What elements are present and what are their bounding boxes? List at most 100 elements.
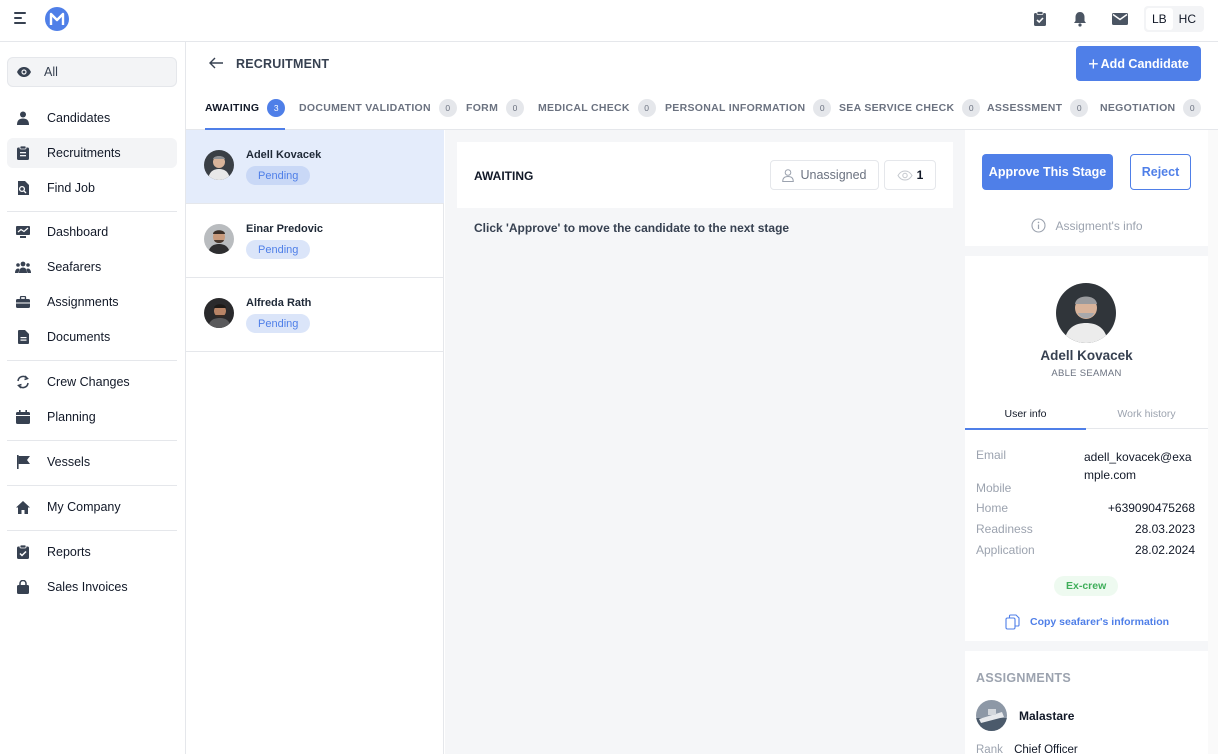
sidebar-item-label: Find Job [47,181,95,195]
user-outline-icon [782,168,795,182]
application-value: 28.02.2024 [1134,543,1195,557]
tab-label: FORM [466,102,499,114]
info-label: Email [976,448,1007,462]
sidebar-item-documents[interactable]: Documents [7,322,177,352]
copy-info-label: Copy seafarer's information [1030,616,1170,628]
tab-sea-service-check[interactable]: SEA SERVICE CHECK 0 [839,86,981,130]
candidate-detail-panel: Approve This Stage Reject Assigment's in… [965,130,1208,756]
flag-icon [15,454,31,470]
tab-personal-information[interactable]: PERSONAL INFORMATION 0 [665,86,832,130]
sidebar: All Candidates Recruitments Find Job Das… [0,42,186,754]
assignment-info-link[interactable]: Assigment's info [965,218,1208,233]
tab-user-info[interactable]: User info [965,398,1086,430]
info-label: Home [976,501,1009,515]
watchers-button[interactable]: 1 [884,160,936,190]
candidate-row[interactable]: Alfreda Rath Pending [186,278,444,352]
avatar [204,150,234,180]
scrollbar[interactable] [1208,130,1218,754]
tab-work-history[interactable]: Work history [1086,398,1207,429]
status-tag: Ex-crew [1054,576,1119,596]
rank-label: Rank [976,744,1003,756]
stage-tabs: AWAITING 3 DOCUMENT VALIDATION 0 FORM 0 … [186,86,1218,130]
search-doc-icon [15,180,31,196]
tab-count: 0 [962,99,981,117]
avatar [204,298,234,328]
calendar-icon [15,409,31,425]
eye-outline-icon [897,169,913,181]
sidebar-item-label: Assignments [47,295,119,309]
menu-icon[interactable] [14,12,28,26]
app-logo[interactable] [44,6,70,32]
sidebar-item-dashboard[interactable]: Dashboard [7,217,177,247]
tab-label: MEDICAL CHECK [538,102,630,114]
plus-icon: + [1088,53,1099,74]
home-icon [15,499,31,515]
candidate-row[interactable]: Adell Kovacek Pending [186,130,444,204]
sidebar-filter[interactable]: All [7,57,177,87]
sidebar-item-find-job[interactable]: Find Job [7,173,177,203]
tab-count: 0 [438,99,457,117]
copy-icon [1005,614,1020,630]
back-arrow-icon[interactable] [208,56,224,70]
add-candidate-label: Add Candidate [1100,56,1189,71]
tab-count: 0 [1183,99,1202,117]
sidebar-item-recruitments[interactable]: Recruitments [7,138,177,168]
sidebar-item-label: My Company [47,500,121,514]
tab-label: ASSESSMENT [987,102,1063,114]
rank-value: Chief Officer [1014,744,1078,756]
tab-label: AWAITING [205,102,260,114]
sidebar-item-vessels[interactable]: Vessels [7,447,177,477]
tab-assessment[interactable]: ASSESSMENT 0 [987,86,1089,130]
sidebar-item-seafarers[interactable]: Seafarers [7,252,177,282]
assignment-rank-row: Rank Chief Officer [976,744,1078,756]
document-icon [15,329,31,345]
clipboard-icon [15,145,31,161]
info-label: Readiness [976,522,1033,536]
candidate-name: Alfreda Rath [246,297,312,309]
tab-document-validation[interactable]: DOCUMENT VALIDATION 0 [299,86,457,130]
tab-awaiting[interactable]: AWAITING 3 [205,86,286,130]
copy-info-link[interactable]: Copy seafarer's information [1005,614,1169,630]
profile-rank: ABLE SEAMAN [1051,368,1122,379]
home-phone-value: +639090475268 [1107,501,1195,515]
email-value: adell_kovacek@example.com [1084,450,1192,482]
lang-option-hc[interactable]: HC [1173,8,1202,30]
add-candidate-button[interactable]: + Add Candidate [1076,46,1201,81]
tab-form[interactable]: FORM 0 [466,86,525,130]
candidate-row[interactable]: Einar Predovic Pending [186,204,444,278]
sidebar-item-planning[interactable]: Planning [7,402,177,432]
assignment-info-label: Assigment's info [1055,218,1143,233]
sidebar-item-assignments[interactable]: Assignments [7,287,177,317]
sidebar-item-my-company[interactable]: My Company [7,492,177,522]
sidebar-item-sales-invoices[interactable]: Sales Invoices [7,572,177,602]
sidebar-item-label: Vessels [47,455,91,469]
tab-negotiation[interactable]: NEGOTIATION 0 [1100,86,1202,130]
top-bar: LB HC [0,0,1218,42]
tab-medical-check[interactable]: MEDICAL CHECK 0 [538,86,656,130]
tab-label: SEA SERVICE CHECK [839,102,955,114]
assignee-button[interactable]: Unassigned [770,160,879,190]
stage-hint: Click 'Approve' to move the candidate to… [474,221,790,235]
sidebar-item-label: Reports [47,545,91,559]
page-header: RECRUITMENT + Add Candidate [186,42,1218,86]
approve-stage-button[interactable]: Approve This Stage [982,154,1113,190]
briefcase-icon [15,294,31,310]
language-switcher: LB HC [1143,6,1204,32]
lang-option-lb[interactable]: LB [1145,8,1173,30]
mail-icon[interactable] [1102,6,1138,32]
sidebar-item-crew-changes[interactable]: Crew Changes [7,367,177,397]
sidebar-item-label: Candidates [47,111,111,125]
tasks-icon[interactable] [1022,6,1058,32]
tab-count: 0 [506,99,525,117]
stage-title: AWAITING [474,169,534,183]
reject-button[interactable]: Reject [1130,154,1191,190]
sidebar-item-reports[interactable]: Reports [7,537,177,567]
assignee-label: Unassigned [800,168,867,182]
watchers-count: 1 [916,168,924,182]
bell-icon[interactable] [1062,6,1098,32]
sidebar-item-candidates[interactable]: Candidates [7,103,177,133]
sidebar-filter-label: All [44,65,58,79]
report-icon [15,544,31,560]
status-badge: Pending [246,240,311,259]
tab-count: 0 [1070,99,1089,117]
